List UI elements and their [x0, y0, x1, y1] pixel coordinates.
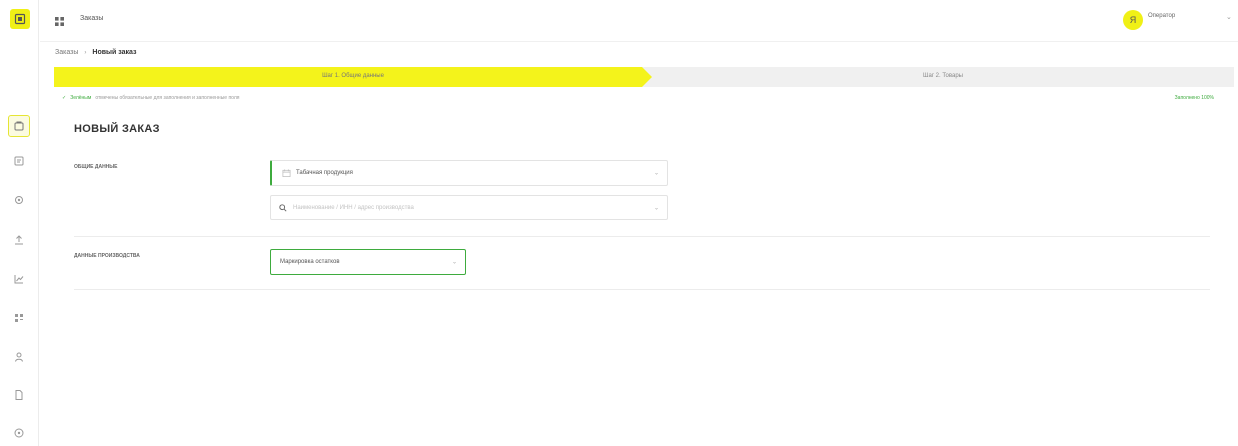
- sidebar-item-files[interactable]: [8, 384, 30, 406]
- sidebar-item-help[interactable]: [8, 422, 30, 444]
- user-role[interactable]: Оператор: [1148, 13, 1175, 19]
- orders-icon: [14, 121, 24, 131]
- avatar[interactable]: Я: [1123, 10, 1143, 30]
- sidebar-item-documents[interactable]: [8, 150, 30, 172]
- sidebar-item-upload[interactable]: [8, 229, 30, 251]
- breadcrumb-current: Новый заказ: [92, 49, 137, 56]
- sidebar-item-orders[interactable]: [8, 115, 30, 137]
- upload-icon: [15, 235, 23, 245]
- breadcrumb: Заказы › Новый заказ: [55, 49, 137, 56]
- fill-progress: Заполнено 100%: [1174, 95, 1214, 101]
- top-bar: Заказы Я Оператор ⌄: [40, 0, 1238, 42]
- required-hint: ✓ Зелёным отмечены обязательные для запо…: [62, 95, 239, 101]
- tab-step-1[interactable]: Шаг 1. Общие данные: [54, 73, 652, 79]
- manufacturer-search-input[interactable]: Наименование / ИНН / адрес производства …: [270, 195, 668, 220]
- manufacturer-search-placeholder: Наименование / ИНН / адрес производства: [293, 204, 414, 211]
- stepper: Шаг 1. Общие данные Шаг 2. Товары: [54, 67, 1234, 87]
- search-icon: [279, 203, 287, 212]
- production-type-select[interactable]: Маркировка остатков ⌄: [270, 249, 466, 275]
- product-type-select[interactable]: Табачная продукция ⌄: [270, 160, 668, 186]
- logo[interactable]: [10, 9, 30, 29]
- product-type-value: Табачная продукция: [296, 170, 353, 176]
- tab-step-2[interactable]: Шаг 2. Товары: [652, 73, 1234, 79]
- logo-icon: [14, 13, 26, 25]
- settings-icon: [15, 196, 23, 204]
- production-type-value: Маркировка остатков: [280, 259, 340, 265]
- sidebar-item-analytics[interactable]: [8, 268, 30, 290]
- document-icon: [14, 156, 24, 166]
- section-general-label: ОБЩИЕ ДАННЫЕ: [74, 164, 118, 170]
- file-icon: [15, 390, 23, 400]
- grid-icon: [15, 314, 23, 322]
- breadcrumb-separator: ›: [84, 49, 87, 56]
- top-bar-title: Заказы: [80, 15, 104, 22]
- sidebar-item-settings[interactable]: [8, 189, 30, 211]
- section-divider: [74, 289, 1210, 290]
- page-title: НОВЫЙ ЗАКАЗ: [74, 123, 160, 135]
- chevron-down-icon: ⌄: [451, 259, 457, 266]
- chevron-down-icon[interactable]: ⌄: [1226, 13, 1232, 21]
- chevron-down-icon: ⌄: [653, 170, 659, 177]
- breadcrumb-orders-link[interactable]: Заказы: [55, 49, 78, 56]
- section-divider: [74, 236, 1210, 237]
- sidebar-item-catalog[interactable]: [8, 307, 30, 329]
- sidebar-item-users[interactable]: [8, 346, 30, 368]
- chart-icon: [14, 275, 24, 284]
- sidebar: [0, 0, 39, 446]
- user-icon: [15, 352, 23, 362]
- chevron-down-icon: ⌄: [653, 205, 659, 211]
- check-icon: ✓: [62, 95, 67, 101]
- hint-text: отмечены обязательные для заполнения и з…: [95, 95, 240, 101]
- apps-grid-icon: [54, 16, 64, 26]
- section-production-label: ДАННЫЕ ПРОИЗВОДСТВА: [74, 253, 140, 259]
- calendar-icon: [282, 169, 291, 177]
- hint-green-word: Зелёным: [70, 95, 92, 101]
- help-icon: [14, 428, 24, 438]
- apps-menu-button[interactable]: [52, 14, 66, 28]
